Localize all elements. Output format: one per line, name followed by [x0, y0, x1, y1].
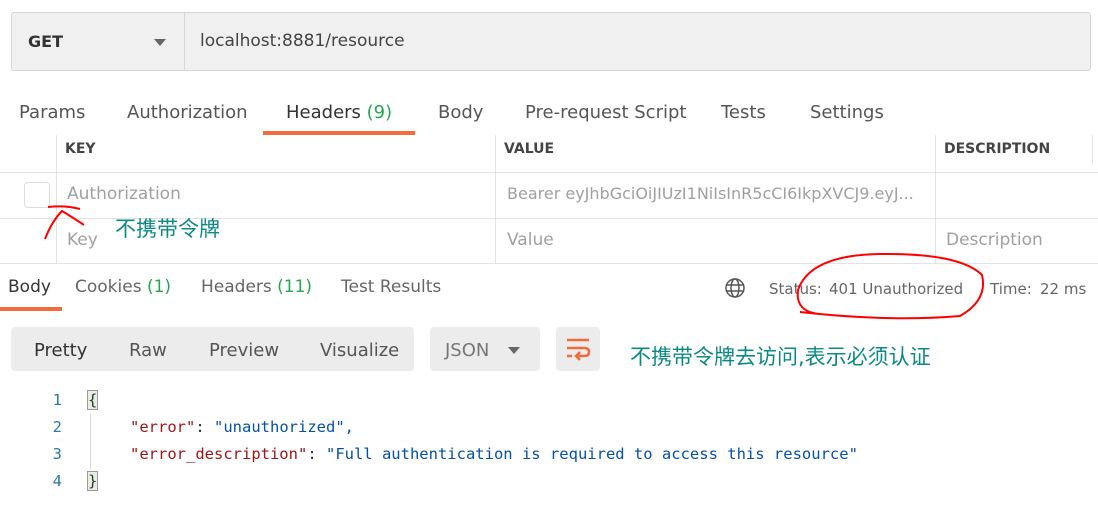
header-key-input[interactable]: Authorization [67, 184, 181, 204]
tab-count: (1) [146, 277, 172, 297]
tab-count: (9) [366, 102, 393, 123]
column-header-value: VALUE [504, 141, 555, 157]
wrap-lines-icon [567, 338, 591, 361]
url-input[interactable]: localhost:8881/resource [200, 31, 405, 51]
annotation-no-token: 不携带令牌 [115, 217, 220, 241]
tab-authorization[interactable]: Authorization [127, 102, 248, 123]
chevron-down-icon [154, 39, 166, 46]
active-tab-indicator [0, 307, 62, 311]
tab-body[interactable]: Body [438, 102, 483, 123]
response-tab-headers[interactable]: Headers (11) [201, 277, 312, 297]
line-number: 2 [52, 418, 62, 436]
json-key: "error_description" [130, 445, 308, 463]
code-line: "error_description": "Full authenticatio… [130, 445, 858, 463]
method-select[interactable]: GET [12, 13, 185, 70]
divider [495, 135, 496, 263]
json-value: "Full authentication is required to acce… [325, 445, 858, 463]
time-label: Time: [990, 280, 1032, 298]
code-line: { [86, 390, 99, 410]
line-number: 3 [52, 445, 62, 463]
column-resizer[interactable] [1092, 135, 1093, 165]
view-pretty-button[interactable]: Pretty [34, 340, 87, 361]
time-value: 22 ms [1040, 280, 1087, 298]
url-bar: GET localhost:8881/resource [11, 12, 1091, 71]
response-tab-body[interactable]: Body [8, 277, 51, 297]
red-circle-annotation [796, 252, 984, 320]
format-label: JSON [445, 340, 490, 361]
view-preview-button[interactable]: Preview [209, 340, 279, 361]
indent-guide [90, 414, 91, 470]
tab-tests[interactable]: Tests [721, 102, 766, 123]
tab-pre-request-script[interactable]: Pre-request Script [525, 102, 686, 123]
json-key: "error" [130, 418, 196, 436]
red-cross-annotation [44, 205, 85, 240]
code-line: } [86, 471, 99, 491]
tab-params[interactable]: Params [19, 102, 85, 123]
tab-headers[interactable]: Headers (9) [286, 102, 392, 123]
line-number: 4 [52, 472, 62, 490]
line-number: 1 [52, 391, 62, 409]
view-visualize-button[interactable]: Visualize [320, 340, 399, 361]
column-header-description: DESCRIPTION [944, 141, 1051, 157]
new-value-input[interactable]: Value [507, 230, 554, 250]
code-line: "error": "unauthorized", [130, 418, 354, 436]
method-label: GET [28, 32, 63, 51]
response-tab-cookies[interactable]: Cookies (1) [75, 277, 171, 297]
tab-label: Headers [201, 277, 272, 297]
column-header-key: KEY [65, 141, 96, 157]
tab-count: (11) [277, 277, 313, 297]
divider [935, 135, 936, 263]
divider [0, 172, 1098, 173]
annotation-no-token-access: 不携带令牌去访问,表示必须认证 [630, 345, 931, 369]
new-description-input[interactable]: Description [946, 230, 1043, 250]
view-raw-button[interactable]: Raw [129, 340, 167, 361]
globe-icon[interactable] [724, 277, 746, 299]
active-tab-indicator [263, 131, 415, 135]
json-value: "unauthorized", [214, 418, 354, 436]
header-value-input[interactable]: Bearer eyJhbGciOiJIUzI1NiIsInR5cCI6IkpXV… [507, 184, 932, 203]
tab-label: Headers [286, 102, 361, 123]
tab-label: Cookies [75, 277, 142, 297]
chevron-down-icon [508, 347, 520, 354]
response-tab-test-results[interactable]: Test Results [341, 277, 441, 297]
tab-settings[interactable]: Settings [810, 102, 884, 123]
